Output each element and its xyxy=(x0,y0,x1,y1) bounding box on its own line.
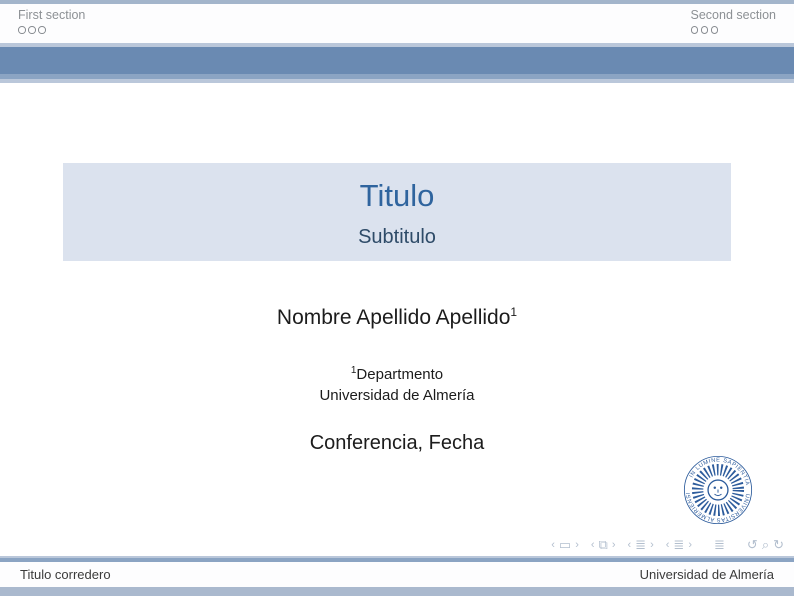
nav-back-icon[interactable]: ↺ xyxy=(747,538,758,552)
nav-find-icon[interactable]: ⌕ xyxy=(762,538,769,552)
frame-nav-group: ‹ ⧉ › xyxy=(591,538,616,552)
title-box: Titulo Subtitulo xyxy=(63,163,731,261)
slide-subtitle: Subtitulo xyxy=(63,222,731,252)
beamer-title-slide: First section Second section Titulo Subt… xyxy=(0,0,794,596)
nav-next-subsection-icon[interactable]: › xyxy=(650,538,654,552)
mini-frame-dot[interactable] xyxy=(18,26,26,34)
nav-prev-section-icon[interactable]: ‹ xyxy=(666,538,670,552)
footer-short-title: Titulo corredero xyxy=(20,562,111,587)
section-label-second[interactable]: Second section xyxy=(691,8,776,23)
university-seal-logo: IN LUMINE SAPIENTIA UNIVERSITAS ALMERIEN… xyxy=(682,454,754,526)
nav-appendix-icon[interactable]: ≣ xyxy=(714,538,725,552)
slide-nav-group: ‹ ▭ › xyxy=(551,538,579,552)
mini-frame-dot[interactable] xyxy=(711,26,719,34)
institute-department: Departmento xyxy=(356,366,443,383)
header-navigation-band: First section Second section xyxy=(0,4,794,43)
mini-frame-dot[interactable] xyxy=(38,26,46,34)
institute-block: 1Departmento Universidad de Almería xyxy=(0,360,794,406)
nav-prev-frame-icon[interactable]: ‹ xyxy=(591,538,595,552)
author-line: Nombre Apellido Apellido1 xyxy=(0,299,794,331)
mini-frame-dots-second xyxy=(691,26,776,34)
institute-department-line: 1Departmento xyxy=(0,360,794,385)
mini-frame-dot[interactable] xyxy=(701,26,709,34)
section-nav-first: First section xyxy=(18,8,85,34)
appendix-nav-group: ≣ xyxy=(714,538,725,552)
nav-slide-icon[interactable]: ▭ xyxy=(559,538,571,552)
footer-bottom-strip xyxy=(0,587,794,596)
seal-face-eye xyxy=(714,486,716,488)
nav-next-slide-icon[interactable]: › xyxy=(575,538,579,552)
footer: Titulo corredero Universidad de Almería xyxy=(0,556,794,596)
section-nav-group: ‹ ≣ › xyxy=(666,538,692,552)
history-nav-group: ↺ ⌕ ↻ xyxy=(747,538,784,552)
conference-date-line: Conferencia, Fecha xyxy=(0,430,794,456)
nav-section-icon[interactable]: ≣ xyxy=(673,538,684,552)
navigation-symbols-bar: ‹ ▭ › ‹ ⧉ › ‹ ≣ › ‹ ≣ › ≣ ↺ ⌕ ↻ xyxy=(539,537,784,553)
nav-prev-slide-icon[interactable]: ‹ xyxy=(551,538,555,552)
footer-institution: Universidad de Almería xyxy=(640,562,774,587)
section-nav-second: Second section xyxy=(691,8,776,34)
author-name: Nombre Apellido Apellido xyxy=(277,306,510,329)
seal-face-eye xyxy=(720,486,722,488)
mini-frame-dots-first xyxy=(18,26,85,34)
mini-frame-dot[interactable] xyxy=(28,26,36,34)
nav-frame-icon[interactable]: ⧉ xyxy=(599,538,608,552)
subsection-nav-group: ‹ ≣ › xyxy=(628,538,654,552)
footer-text-band: Titulo corredero Universidad de Almería xyxy=(0,562,794,587)
header-bottom-line xyxy=(0,79,794,83)
nav-next-frame-icon[interactable]: › xyxy=(612,538,616,552)
header-main-bar xyxy=(0,47,794,74)
section-label-first[interactable]: First section xyxy=(18,8,85,23)
mini-frame-dot[interactable] xyxy=(691,26,699,34)
nav-prev-subsection-icon[interactable]: ‹ xyxy=(628,538,632,552)
nav-next-section-icon[interactable]: › xyxy=(688,538,692,552)
institute-university: Universidad de Almería xyxy=(0,385,794,406)
slide-title: Titulo xyxy=(63,176,731,216)
nav-subsection-icon[interactable]: ≣ xyxy=(635,538,646,552)
author-footnote-mark: 1 xyxy=(510,305,517,319)
nav-forward-icon[interactable]: ↻ xyxy=(773,538,784,552)
